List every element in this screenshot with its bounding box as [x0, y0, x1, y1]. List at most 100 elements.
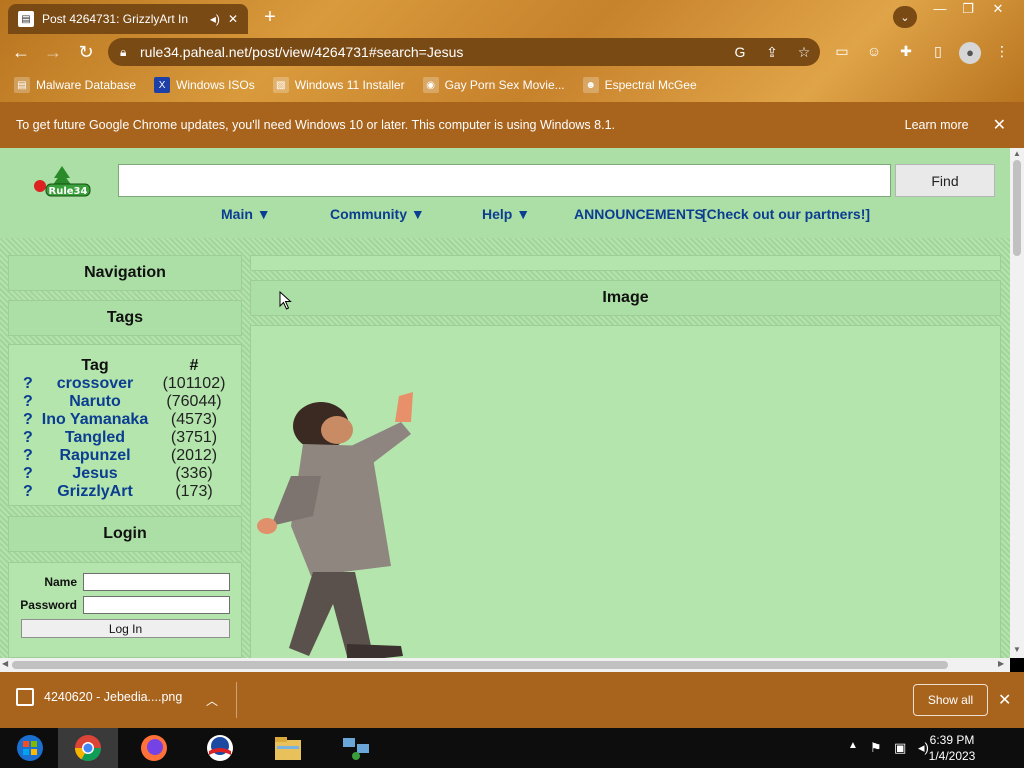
tab-strip: ▤ Post 4264731: GrizzlyArt In ◂) ✕ + ⌄ —… [0, 0, 1024, 34]
face-icon: ☻ [582, 77, 599, 93]
extension-flag-icon[interactable]: ▭ [832, 43, 852, 61]
site-header: Rule34 Find Main ▼ Community ▼ Help ▼ AN… [0, 148, 1010, 240]
extensions-puzzle-icon[interactable]: ✚ [896, 43, 916, 61]
bookmarks-bar: ▤ Malware Database X Windows ISOs ▧ Wind… [0, 72, 1024, 98]
bookmark-label: Espectral McGee [604, 78, 697, 92]
learn-more-link[interactable]: Learn more [905, 118, 969, 132]
scroll-left-icon[interactable]: ◀ [2, 659, 8, 668]
login-header[interactable]: Login [8, 516, 242, 552]
find-button[interactable]: Find [895, 164, 995, 197]
show-all-button[interactable]: Show all [913, 684, 988, 716]
reload-icon[interactable]: ↻ [73, 40, 99, 64]
close-window-icon[interactable]: ✕ [982, 0, 1014, 18]
taskbar-file-explorer[interactable] [258, 728, 318, 768]
profile-avatar-icon[interactable]: ● [959, 42, 981, 64]
bookmark-gay-porn-sex-movie[interactable]: ◉ Gay Porn Sex Movie... [422, 77, 565, 93]
speaker-icon[interactable]: ◂) [210, 12, 220, 26]
start-orb-icon [17, 735, 43, 761]
horizontal-scrollbar[interactable]: ◀ ▶ [0, 658, 1010, 672]
download-item[interactable]: 4240620 - Jebedia....png [16, 688, 182, 706]
folder-icon [275, 737, 301, 760]
bookmark-star-icon[interactable]: ☆ [788, 44, 820, 61]
info-strip [250, 255, 1001, 271]
tray-expand-icon[interactable]: ▲ [848, 740, 858, 751]
navigation-header[interactable]: Navigation [8, 255, 242, 291]
menu-help[interactable]: Help ▼ [482, 206, 530, 222]
tags-header[interactable]: Tags [8, 300, 242, 336]
image-file-icon [16, 688, 34, 706]
tag-row: ? GrizzlyArt (173) [9, 481, 241, 500]
address-bar[interactable]: 🔒︎ rule34.paheal.net/post/view/4264731#s… [108, 38, 820, 66]
tag-row: ? crossover (101102) [9, 373, 241, 392]
system-clock[interactable]: 6:39 PM 1/4/2023 [920, 732, 984, 764]
menu-kebab-icon[interactable]: ⋮ [992, 43, 1012, 61]
tags-column-header: Tag # [9, 355, 241, 374]
bookmark-windows-isos[interactable]: X Windows ISOs [154, 77, 255, 93]
tag-row: ? Rapunzel (2012) [9, 445, 241, 464]
network-icon[interactable]: ▣ [894, 740, 906, 756]
password-input[interactable] [83, 596, 230, 614]
share-icon[interactable]: ⇪ [756, 44, 788, 61]
post-image[interactable] [251, 326, 451, 658]
login-block: Name Password Log In [8, 562, 242, 658]
network-computers-icon [343, 738, 369, 760]
url-text[interactable]: rule34.paheal.net/post/view/4264731#sear… [140, 44, 724, 60]
globe-icon: ◉ [422, 77, 439, 93]
start-button[interactable] [0, 728, 60, 768]
menu-community[interactable]: Community ▼ [330, 206, 425, 222]
flag-icon[interactable]: ⚑ [870, 740, 882, 756]
log-in-button[interactable]: Log In [21, 619, 230, 638]
scroll-right-icon[interactable]: ▶ [998, 659, 1004, 668]
menu-announcements[interactable]: ANNOUNCEMENTS [574, 206, 704, 222]
new-tab-icon[interactable]: + [258, 6, 282, 29]
close-shelf-icon[interactable]: ✕ [998, 690, 1011, 710]
mouse-cursor-icon [279, 291, 292, 310]
chrome-icon [74, 735, 102, 762]
menu-partners[interactable]: [Check out our partners!] [702, 206, 870, 222]
browser-tab[interactable]: ▤ Post 4264731: GrizzlyArt In ◂) ✕ [8, 4, 248, 34]
web-page: Rule34 Find Main ▼ Community ▼ Help ▼ AN… [0, 148, 1010, 658]
infobar-close-icon[interactable]: ✕ [993, 115, 1006, 135]
download-shelf: 4240620 - Jebedia....png ︿ Show all ✕ [0, 672, 1024, 728]
browser-toolbar: ← → ↻ 🔒︎ rule34.paheal.net/post/view/426… [0, 34, 1024, 70]
vertical-scrollbar[interactable]: ▲ ▼ [1010, 148, 1024, 658]
download-filename: 4240620 - Jebedia....png [44, 690, 183, 704]
forward-icon[interactable]: → [40, 40, 66, 64]
clock-time: 6:39 PM [929, 733, 975, 747]
horizontal-scroll-thumb[interactable] [12, 661, 948, 669]
tab-search-icon[interactable]: ⌄ [893, 6, 917, 28]
image-header[interactable]: Image [250, 280, 1001, 316]
password-label: Password [20, 598, 77, 612]
site-logo-icon[interactable]: Rule34 [32, 164, 94, 198]
browser-chrome: ▤ Post 4264731: GrizzlyArt In ◂) ✕ + ⌄ —… [0, 0, 1024, 102]
restore-icon[interactable]: ❐ [952, 0, 984, 18]
side-panel-icon[interactable]: ▯ [928, 43, 948, 61]
name-input[interactable] [83, 573, 230, 591]
x-icon: X [154, 77, 171, 93]
taskbar-firefox[interactable] [124, 728, 184, 768]
google-icon[interactable]: G [724, 44, 756, 60]
content-background: Navigation Tags Tag # ? crossover (10110… [0, 238, 1010, 658]
search-input[interactable] [118, 164, 891, 197]
taskbar-obama-icon-app[interactable] [190, 728, 250, 768]
shelf-divider [236, 682, 237, 718]
bookmark-windows-11-installer[interactable]: ▧ Windows 11 Installer [272, 77, 405, 93]
taskbar-network-app[interactable] [326, 728, 386, 768]
tag-row: ? Ino Yamanaka (4573) [9, 409, 241, 428]
bookmark-malware-database[interactable]: ▤ Malware Database [14, 77, 136, 93]
extension-face-icon[interactable]: ☺ [864, 43, 884, 61]
close-tab-icon[interactable]: ✕ [228, 12, 238, 26]
bookmark-label: Malware Database [36, 78, 137, 92]
menu-main[interactable]: Main ▼ [221, 206, 271, 222]
taskbar-chrome[interactable] [58, 728, 118, 768]
vertical-scroll-thumb[interactable] [1013, 160, 1021, 256]
folder-icon: ▤ [14, 77, 30, 93]
scroll-up-icon[interactable]: ▲ [1010, 149, 1024, 158]
tag-row: ? Naruto (76044) [9, 391, 241, 410]
scroll-down-icon[interactable]: ▼ [1010, 645, 1024, 654]
logo-text: Rule34 [49, 186, 88, 197]
bookmark-espectral-mcgee[interactable]: ☻ Espectral McGee [582, 77, 697, 93]
back-icon[interactable]: ← [8, 40, 34, 64]
lock-icon[interactable]: 🔒︎ [120, 45, 140, 60]
chevron-up-icon[interactable]: ︿ [206, 692, 218, 709]
